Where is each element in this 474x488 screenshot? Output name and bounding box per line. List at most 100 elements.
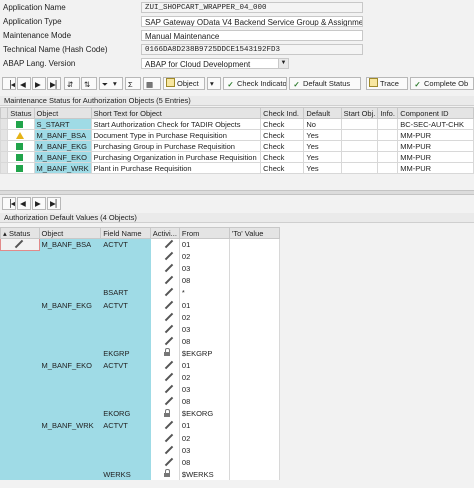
status-cell[interactable]: [0, 456, 40, 469]
activity-cell[interactable]: [149, 335, 180, 348]
table-row[interactable]: 08: [0, 274, 281, 287]
nav-first-button[interactable]: ▕◀: [2, 77, 16, 90]
default-cell[interactable]: Yes: [303, 151, 342, 163]
row-selector[interactable]: [0, 118, 9, 130]
col-info[interactable]: Info.: [377, 107, 399, 119]
from-value-cell[interactable]: 02: [178, 250, 230, 263]
dropdown-button[interactable]: ▾: [207, 77, 221, 90]
check-ind-cell[interactable]: Check: [260, 140, 305, 152]
table-row[interactable]: 02: [0, 432, 281, 445]
info-cell[interactable]: [377, 140, 399, 152]
default-cell[interactable]: Yes: [303, 140, 342, 152]
object-cell[interactable]: [38, 347, 102, 360]
object-button[interactable]: Object: [163, 77, 205, 90]
table-row[interactable]: M_BANF_EKO ACTVT 01: [0, 359, 281, 372]
hash-value[interactable]: 0166DA8D238B9725DDCE1543192FD3: [141, 44, 363, 55]
from-value-cell[interactable]: 01: [178, 419, 230, 432]
object-cell[interactable]: M_BANF_WRK: [38, 419, 102, 432]
to-value-cell[interactable]: [228, 298, 281, 312]
to-value-cell[interactable]: [228, 432, 281, 445]
info-cell[interactable]: [377, 151, 399, 163]
to-value-cell[interactable]: [228, 468, 281, 481]
row-selector[interactable]: [0, 140, 9, 152]
to-value-cell[interactable]: [228, 419, 281, 432]
activity-cell[interactable]: [149, 419, 180, 432]
default-status-button[interactable]: ✓ Default Status: [289, 77, 361, 90]
check-ind-cell[interactable]: Check: [260, 162, 305, 174]
object-cell[interactable]: [38, 335, 102, 348]
col-default[interactable]: Default: [303, 107, 342, 119]
object-cell[interactable]: M_BANF_EKG: [38, 298, 102, 312]
filter-button[interactable]: ⏷ ▾: [99, 77, 123, 90]
to-value-cell[interactable]: [228, 262, 281, 275]
col-from[interactable]: From: [178, 227, 230, 239]
to-value-cell[interactable]: [228, 335, 281, 348]
object-cell[interactable]: [38, 262, 102, 275]
activity-cell[interactable]: [149, 274, 180, 287]
nav-last-button[interactable]: ▶▏: [47, 77, 61, 90]
pencil-icon[interactable]: [163, 420, 173, 429]
status-cell[interactable]: [0, 262, 40, 275]
table-row[interactable]: M_BANF_BSA Document Type in Purchase Req…: [0, 129, 474, 141]
activity-cell[interactable]: [149, 407, 180, 420]
default-cell[interactable]: Yes: [303, 129, 342, 141]
activity-cell[interactable]: [149, 359, 180, 372]
object-cell[interactable]: [38, 311, 102, 324]
status-cell[interactable]: [0, 250, 40, 263]
status-cell[interactable]: [0, 335, 40, 348]
table-row[interactable]: 08: [0, 335, 281, 348]
col-field-name[interactable]: Field Name: [100, 227, 151, 239]
pencil-icon[interactable]: [163, 239, 173, 248]
status-cell[interactable]: [0, 237, 40, 252]
status-cell[interactable]: [0, 444, 40, 457]
col-check-ind[interactable]: Check Ind.: [260, 107, 305, 119]
status-cell[interactable]: [0, 347, 40, 360]
table-row[interactable]: M_BANF_BSA ACTVT 01: [0, 237, 281, 252]
app-name-value[interactable]: ZUI_SHOPCART_WRAPPER_04_000: [141, 2, 363, 13]
pencil-icon[interactable]: [163, 300, 173, 309]
splitter[interactable]: [0, 190, 474, 195]
from-value-cell[interactable]: 03: [178, 444, 230, 457]
from-value-cell[interactable]: *: [178, 286, 230, 299]
sort-desc-button[interactable]: ⇅: [81, 77, 97, 90]
app-type-value[interactable]: SAP Gateway OData V4 Backend Service Gro…: [141, 16, 363, 27]
nav-next-button[interactable]: ▶: [32, 197, 46, 210]
col-status[interactable]: ▴ Status: [0, 227, 40, 239]
col-object[interactable]: Object: [38, 227, 102, 239]
nav-next-button[interactable]: ▶: [32, 77, 46, 90]
activity-cell[interactable]: [149, 395, 180, 408]
object-cell[interactable]: [38, 432, 102, 445]
table-row[interactable]: BSART *: [0, 286, 281, 299]
object-cell[interactable]: S_START: [33, 118, 92, 130]
col-activity[interactable]: Activi...: [149, 227, 180, 239]
maint-mode-value[interactable]: Manual Maintenance: [141, 30, 363, 41]
from-value-cell[interactable]: 02: [178, 432, 230, 445]
from-value-cell[interactable]: 01: [178, 298, 230, 312]
object-cell[interactable]: [38, 286, 102, 299]
col-to-value[interactable]: 'To' Value: [228, 227, 281, 239]
from-value-cell[interactable]: 01: [178, 238, 230, 251]
col-component-id[interactable]: Component ID: [397, 107, 474, 119]
complete-object-button[interactable]: ✓ Complete Ob: [410, 77, 474, 90]
status-cell[interactable]: [0, 419, 40, 432]
pencil-icon[interactable]: [163, 287, 173, 296]
nav-prev-button[interactable]: ◀: [17, 77, 31, 90]
col-status[interactable]: Status: [7, 107, 35, 119]
to-value-cell[interactable]: [228, 323, 281, 336]
sort-asc-button[interactable]: ⇵: [64, 77, 80, 90]
table-row[interactable]: M_BANF_EKG ACTVT 01: [0, 298, 281, 312]
from-value-cell[interactable]: 02: [178, 311, 230, 324]
trace-button[interactable]: Trace: [366, 77, 408, 90]
table-row[interactable]: EKGRP $EKGRP: [0, 347, 281, 360]
object-cell[interactable]: [38, 323, 102, 336]
row-selector[interactable]: [0, 151, 9, 163]
activity-cell[interactable]: [149, 456, 180, 469]
check-ind-cell[interactable]: Check: [260, 151, 305, 163]
table-row[interactable]: EKORG $EKORG: [0, 407, 281, 420]
pencil-icon[interactable]: [163, 324, 173, 333]
from-value-cell[interactable]: 02: [178, 371, 230, 384]
from-value-cell[interactable]: 03: [178, 323, 230, 336]
status-cell[interactable]: [0, 432, 40, 445]
table-row[interactable]: 08: [0, 395, 281, 408]
to-value-cell[interactable]: [228, 238, 281, 251]
